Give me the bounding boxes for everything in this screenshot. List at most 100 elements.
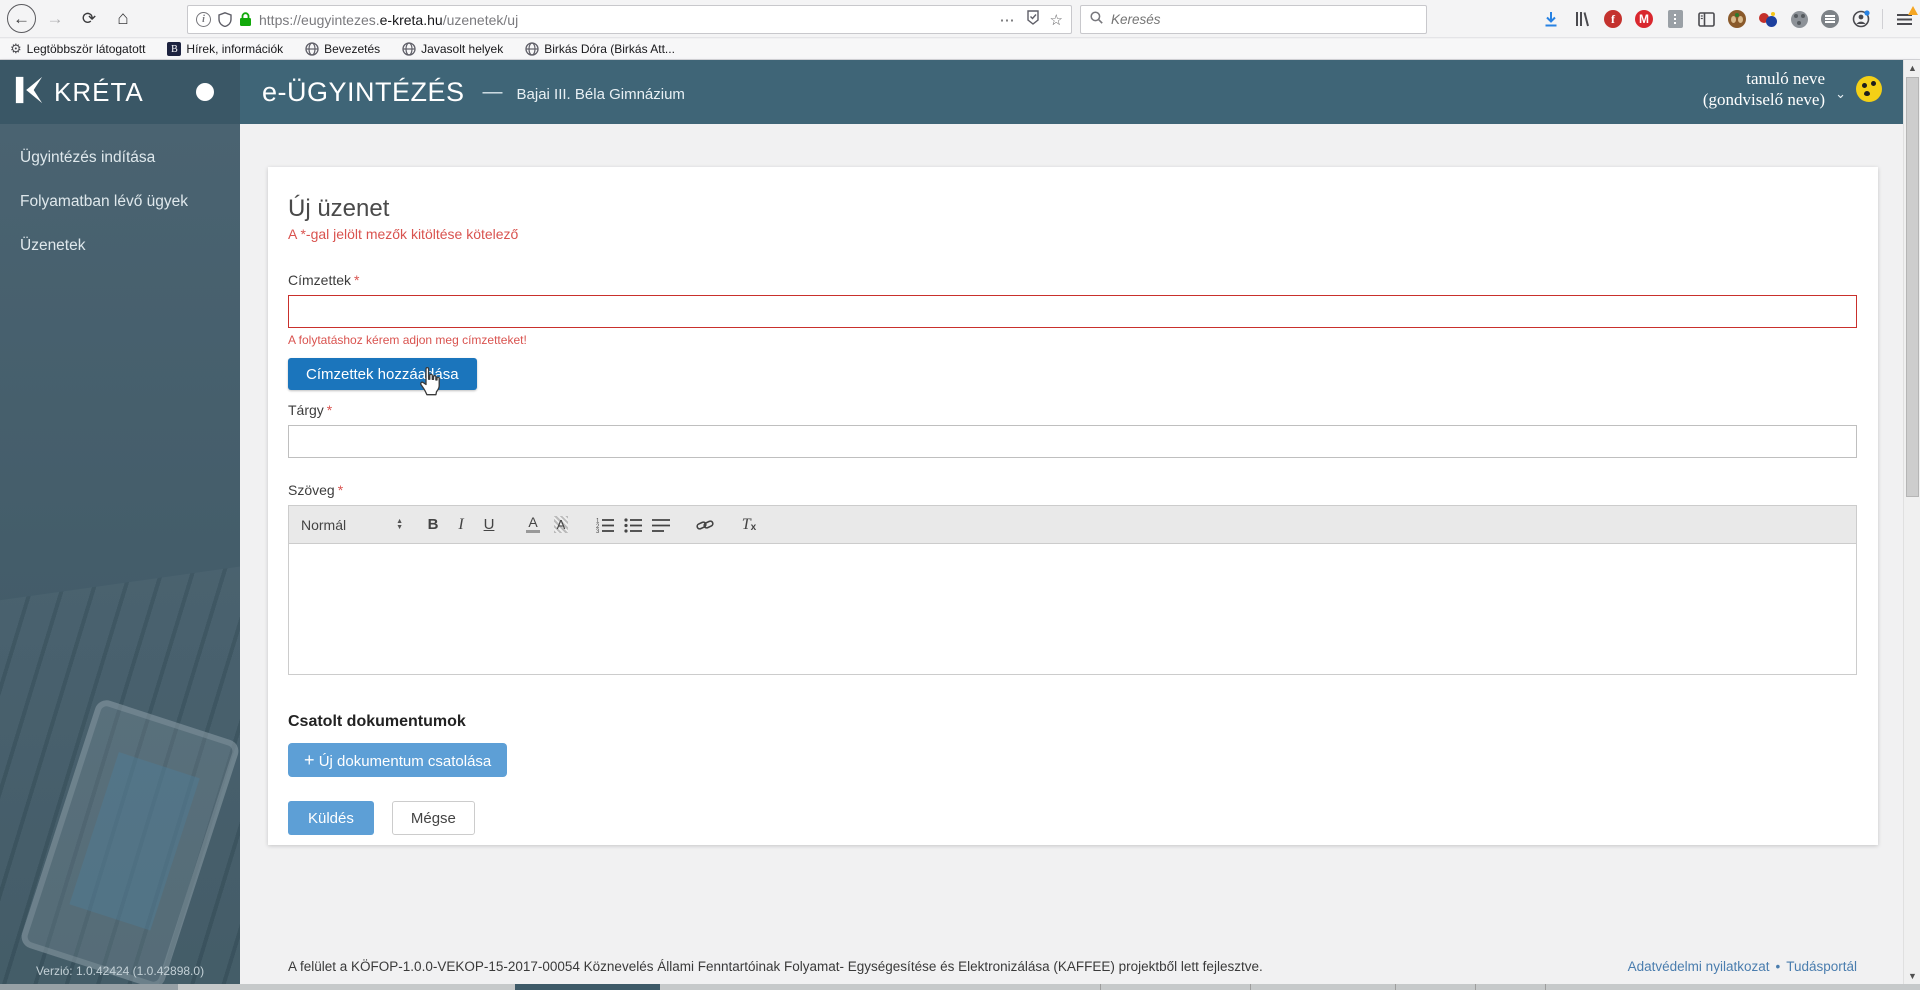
body-label: Szöveg * (288, 482, 344, 498)
proxy-balls-icon[interactable] (1758, 9, 1778, 29)
knowledge-portal-link[interactable]: Tudásportál (1786, 959, 1857, 974)
body-textarea[interactable] (289, 544, 1856, 674)
brand-block[interactable]: KRÉTA (0, 60, 240, 124)
gear-icon: ⚙ (10, 41, 22, 56)
sidebar-toggle-icon[interactable] (1696, 9, 1716, 29)
facebook-extension-icon[interactable]: f (1603, 9, 1623, 29)
download-icon[interactable] (1541, 9, 1561, 29)
url-text: https://eugyintezes.e-kreta.hu/uzenetek/… (259, 11, 519, 28)
cancel-button[interactable]: Mégse (391, 801, 475, 835)
url-bar[interactable]: i https://eugyintezes.e-kreta.hu/uzenete… (187, 5, 1072, 34)
sidebar-background-photo (0, 562, 240, 984)
kreta-logo-icon (14, 75, 44, 110)
svg-text:3: 3 (596, 529, 600, 533)
back-button[interactable]: ← (7, 4, 36, 33)
sidebar-item-ugyintezes-inditasa[interactable]: Ügyintézés indítása (0, 136, 240, 180)
search-icon (1090, 10, 1103, 29)
bookmark-news[interactable]: B Hírek, információk (167, 42, 283, 56)
page-title: Új üzenet (288, 195, 390, 222)
scroll-up-arrow[interactable]: ▲ (1904, 60, 1920, 76)
app-title-block: e-ÜGYINTÉZÉS — Bajai III. Béla Gimnázium (262, 60, 685, 124)
recipients-label: Címzettek * (288, 272, 360, 288)
library-icon[interactable] (1572, 9, 1592, 29)
globe-icon (305, 42, 319, 56)
bold-button[interactable]: B (419, 512, 447, 538)
highlight-color-button[interactable]: A (547, 512, 575, 538)
bookmark-javasolt-helyek[interactable]: Javasolt helyek (402, 42, 503, 56)
recipients-error: A folytatáshoz kérem adjon meg címzettek… (288, 333, 527, 347)
mega-extension-icon[interactable]: M (1634, 9, 1654, 29)
avatar[interactable] (1856, 76, 1882, 103)
scroll-down-arrow[interactable]: ▼ (1904, 968, 1920, 984)
sidebar-item-folyamatban-levo-ugyek[interactable]: Folyamatban lévő ügyek (0, 180, 240, 224)
align-button[interactable] (647, 512, 675, 538)
rich-text-editor: Normál ▲ ▼ B I U A A 123 Tx (288, 505, 1857, 675)
search-input[interactable] (1111, 12, 1417, 27)
bullet-list-button[interactable] (619, 512, 647, 538)
news-favicon: B (167, 42, 182, 56)
bookmarks-bar: ⚙ Legtöbbször látogatott B Hírek, inform… (0, 39, 1920, 60)
search-bar[interactable] (1080, 5, 1427, 34)
bookmark-birkas-dora[interactable]: Birkás Dóra (Birkás Att... (525, 42, 675, 56)
attach-document-button[interactable]: + Új dokumentum csatolása (288, 743, 508, 777)
page-footer: A felület a KÖFOP-1.0.0-VEKOP-15-2017-00… (240, 959, 1903, 974)
app-header: KRÉTA e-ÜGYINTÉZÉS — Bajai III. Béla Gim… (0, 60, 1920, 124)
underline-button[interactable]: U (475, 512, 503, 538)
text-color-button[interactable]: A (519, 512, 547, 538)
globe-icon (525, 42, 539, 56)
page-app-title: e-ÜGYINTÉZÉS (262, 76, 465, 107)
clear-format-button[interactable]: Tx (735, 512, 763, 538)
tracking-shield-icon[interactable] (218, 12, 232, 27)
menu-icon[interactable] (1894, 6, 1918, 29)
video-helper-icon[interactable] (1789, 9, 1809, 29)
main-content: Új üzenet A *-gal jelölt mezők kitöltése… (240, 124, 1903, 984)
format-select[interactable]: Normál ▲ ▼ (301, 517, 419, 533)
user-name: tanuló neve (gondviselő neve) (1702, 69, 1826, 110)
bookmark-star-icon[interactable]: ☆ (1050, 11, 1063, 29)
editor-toolbar: Normál ▲ ▼ B I U A A 123 Tx (289, 506, 1856, 544)
sidebar-collapse-dot[interactable] (196, 83, 214, 101)
subject-input[interactable] (288, 425, 1857, 458)
new-message-card: Új üzenet A *-gal jelölt mezők kitöltése… (268, 167, 1878, 845)
reload-button[interactable]: ⟳ (74, 4, 104, 34)
footer-links-separator: • (1775, 959, 1781, 974)
brand-name: KRÉTA (54, 76, 144, 107)
zip-extension-icon[interactable] (1665, 9, 1685, 29)
send-button[interactable]: Küldés (288, 801, 374, 835)
user-menu[interactable]: tanuló neve (gondviselő neve) ⌄ (1703, 68, 1882, 111)
forward-button[interactable]: → (40, 4, 70, 34)
lock-icon[interactable] (239, 12, 252, 27)
account-icon[interactable] (1851, 9, 1871, 29)
updown-arrows-icon: ▲ ▼ (396, 518, 403, 531)
taskbar-sliver (0, 984, 1920, 990)
chevron-down-icon: ⌄ (1835, 86, 1846, 102)
required-fields-note: A *-gal jelölt mezők kitöltése kötelező (288, 226, 519, 242)
version-label: Verzió: 1.0.42424 (1.0.42898.0) (35, 964, 205, 978)
sidebar-item-uzenetek[interactable]: Üzenetek (0, 224, 240, 268)
title-separator: — (482, 80, 503, 103)
attachments-heading: Csatolt dokumentumok (288, 713, 466, 730)
scrollbar-thumb[interactable] (1906, 77, 1919, 497)
privacy-policy-link[interactable]: Adatvédelmi nyilatkozat (1628, 959, 1770, 974)
add-recipients-button[interactable]: Címzettek hozzáadása (288, 358, 477, 390)
page-scrollbar[interactable]: ▲ ▼ (1903, 60, 1920, 984)
link-button[interactable] (691, 512, 719, 538)
globe-icon (402, 42, 416, 56)
sidebar: Ügyintézés indítása Folyamatban lévő ügy… (0, 124, 240, 984)
pocket-shield-icon[interactable] (1026, 9, 1040, 30)
italic-button[interactable]: I (447, 512, 475, 538)
stripes-circle-icon[interactable] (1820, 9, 1840, 29)
institution-name: Bajai III. Béla Gimnázium (516, 85, 685, 103)
tampermonkey-icon[interactable] (1727, 9, 1747, 29)
ordered-list-button[interactable]: 123 (591, 512, 619, 538)
toolbar-extension-icons: f M (1541, 0, 1918, 38)
footer-project-text: A felület a KÖFOP-1.0.0-VEKOP-15-2017-00… (288, 959, 1263, 974)
recipients-input[interactable] (288, 295, 1857, 328)
bookmark-most-visited[interactable]: ⚙ Legtöbbször látogatott (10, 41, 145, 57)
home-button[interactable]: ⌂ (108, 4, 138, 34)
subject-label: Tárgy * (288, 402, 333, 418)
bookmark-bevezetes[interactable]: Bevezetés (305, 42, 380, 56)
browser-toolbar: ← → ⟳ ⌂ i https://eugyintezes.e-kreta.hu… (0, 0, 1920, 38)
page-info-icon[interactable]: i (196, 12, 211, 27)
page-actions-icon[interactable]: ⋯ (1000, 11, 1016, 29)
